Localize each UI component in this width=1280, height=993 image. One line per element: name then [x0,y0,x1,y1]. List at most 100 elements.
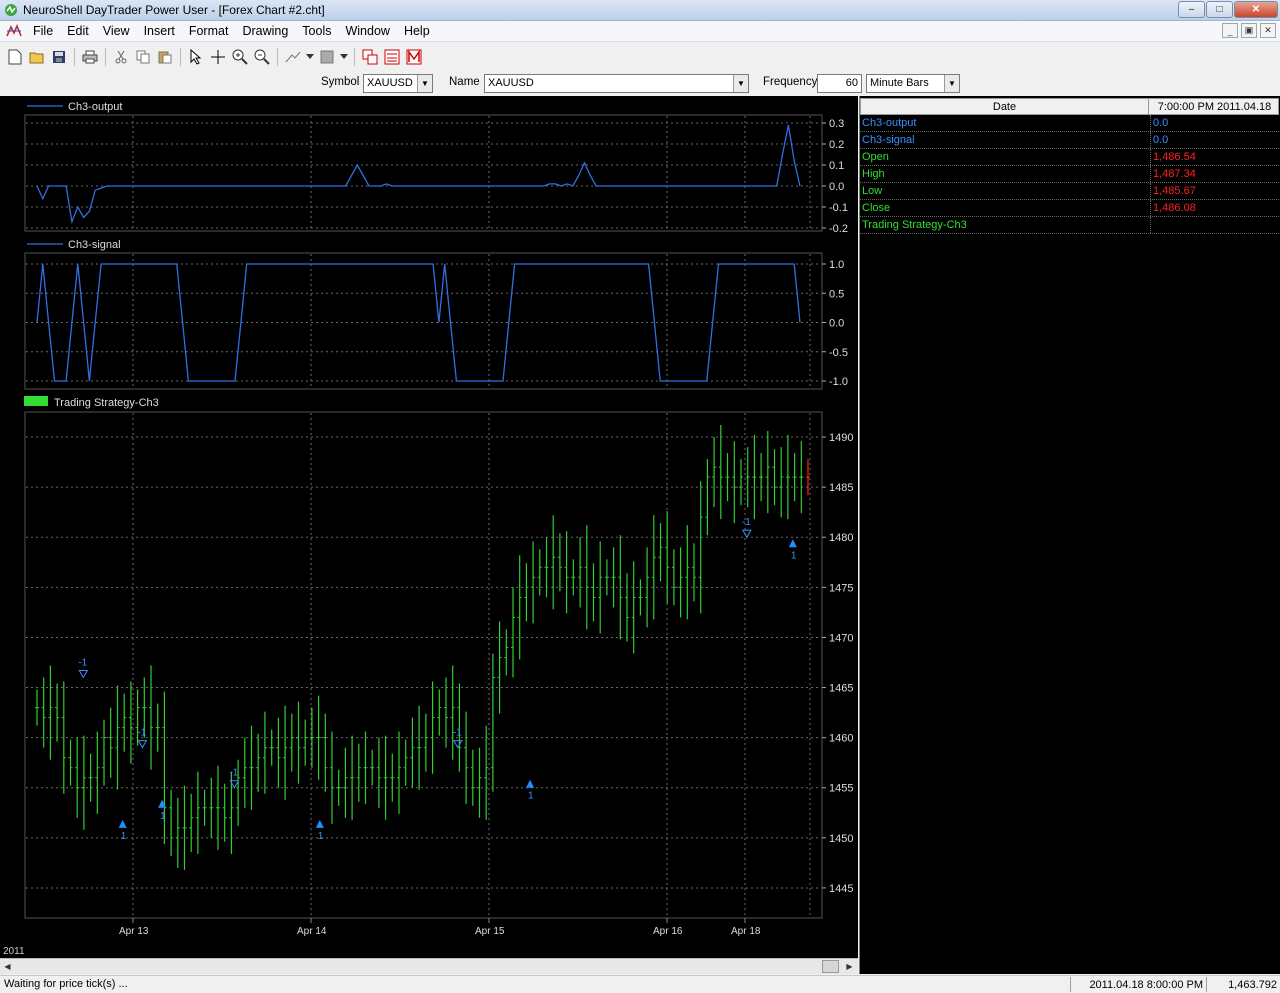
y-tick-label: 0.2 [829,139,844,151]
scroll-right-icon[interactable]: ▶ [843,960,856,973]
close-button[interactable]: ✕ [1234,1,1278,18]
chevron-down-icon[interactable]: ▼ [944,75,959,92]
mdi-close-button[interactable]: ✕ [1260,23,1276,38]
print-icon[interactable] [79,46,101,68]
copy-icon[interactable] [132,46,154,68]
chart-area[interactable]: Ch3-output 0.3 0.2 0.1 0.0 -0.1 -0.2 Ch3-sign… [0,96,858,958]
data-table: Date 7:00:00 PM 2011.04.18 Ch3-output 0.0… [860,98,1279,234]
y-axis: 0.3 0.2 0.1 0.0 -0.1 -0.2 [822,118,848,235]
menu-tools[interactable]: Tools [295,21,338,42]
pane-frame [24,114,823,232]
chevron-down-icon[interactable]: ▼ [733,75,748,92]
data-row-value: 1,485.67 [1150,183,1278,199]
x-tick-label: Apr 14 [297,926,327,937]
trading-strategy-icon[interactable] [381,46,403,68]
mdi-restore-button[interactable]: ▣ [1241,23,1257,38]
data-row: Ch3-output 0.0 [860,115,1279,132]
menu-help[interactable]: Help [397,21,437,42]
line-dropdown-icon[interactable] [304,46,316,68]
buy-signal-arrow [526,779,535,788]
minimize-button[interactable]: – [1178,1,1205,18]
trade-signals: -1 1 -1 1 -1 1 -1 1 -1 1 [78,517,797,842]
mdi-minimize-button[interactable]: _ [1222,23,1238,38]
x-tick-label: Apr 15 [475,926,505,937]
menu-edit[interactable]: Edit [60,21,96,42]
date-column-header: Date [861,99,1149,114]
zoom-in-icon[interactable] [229,46,251,68]
menu-drawing[interactable]: Drawing [235,21,295,42]
sell-signal-arrow [137,740,148,749]
symbol-label: Symbol [321,76,360,88]
neural-net-icon[interactable] [403,46,425,68]
frequency-input[interactable]: 60 [817,74,862,93]
paste-icon[interactable] [154,46,176,68]
buy-signal-label: 1 [160,811,166,822]
data-row-value: 0.0 [1150,132,1278,148]
trading-strategy-pane: Trading Strategy-Ch3 1490 1485 1480 1475 147… [24,396,853,919]
datetime-column-header: 7:00:00 PM 2011.04.18 [1157,101,1272,113]
restore-button[interactable]: □ [1206,1,1233,18]
scroll-thumb[interactable] [822,960,839,973]
buy-signal-arrow [788,539,797,548]
document-chart-icon[interactable] [6,24,22,38]
status-datetime: 2011.04.18 8:00:00 PM [1070,977,1206,992]
app-icon [5,4,17,16]
crosshair-icon[interactable] [207,46,229,68]
fill-dropdown-icon[interactable] [338,46,350,68]
y-tick-label: 1475 [829,582,853,594]
line-tool-icon[interactable] [282,46,304,68]
y-tick-label: 1455 [829,783,853,795]
save-icon[interactable] [48,46,70,68]
fill-tool-icon[interactable] [316,46,338,68]
zoom-out-icon[interactable] [251,46,273,68]
y-tick-label: 0.0 [829,181,844,193]
data-row-label: Ch3-signal [862,134,915,146]
y-axis: 1490 1485 1480 1475 1470 1465 1460 1455 1450 1445 [822,432,853,895]
sell-signal-arrow [78,670,89,679]
scroll-left-icon[interactable]: ◀ [1,960,14,973]
menu-format[interactable]: Format [182,21,236,42]
ch3-signal-pane: Ch3-signal 1.0 0.5 0.0 -0.5 -1.0 [24,239,848,390]
data-row-label: Low [862,185,883,197]
new-file-icon[interactable] [4,46,26,68]
data-row: Low 1,485.67 [860,183,1279,200]
pane-grid [26,116,821,230]
ch3-output-legend: Ch3-output [68,101,122,113]
x-axis-year: 2011 [3,946,25,957]
menu-view[interactable]: View [96,21,137,42]
pointer-icon[interactable] [185,46,207,68]
y-tick-label: 0.0 [829,318,844,330]
name-label: Name [449,76,480,88]
data-row: Close 1,486.08 [860,200,1279,217]
ch3-signal-legend: Ch3-signal [68,239,121,251]
menu-window[interactable]: Window [338,21,396,42]
y-tick-label: -0.5 [829,347,848,359]
menu-bar: File Edit View Insert Format Drawing Too… [0,21,1280,42]
data-row: High 1,487.34 [860,166,1279,183]
ch3-output-pane: Ch3-output 0.3 0.2 0.1 0.0 -0.1 -0.2 [24,101,848,235]
symbol-combo[interactable]: XAUUSD ▼ [363,74,433,93]
indicator-icon[interactable] [359,46,381,68]
strategy-legend: Trading Strategy-Ch3 [54,397,159,409]
data-row-value: 1,486.08 [1150,200,1278,216]
data-row-value: 1,486.54 [1150,149,1278,165]
open-folder-icon[interactable] [26,46,48,68]
buy-signal-label: 1 [791,550,797,561]
x-axis: Apr 13 Apr 14 Apr 15 Apr 16 Apr 18 [119,918,761,937]
menu-file[interactable]: File [26,21,60,42]
data-row-label: High [862,168,885,180]
menu-insert[interactable]: Insert [137,21,182,42]
pane-grid [26,413,821,917]
chart-canvas[interactable]: Ch3-output 0.3 0.2 0.1 0.0 -0.1 -0.2 Ch3-sign… [0,96,858,958]
chevron-down-icon[interactable]: ▼ [417,75,432,92]
name-combo[interactable]: XAUUSD ▼ [484,74,749,93]
y-tick-label: -0.2 [829,223,848,235]
horizontal-scrollbar[interactable]: ◀ ▶ [0,958,858,974]
status-text: Waiting for price tick(s) ... [4,978,128,990]
y-tick-label: 1445 [829,883,853,895]
buy-signal-label: 1 [318,831,324,842]
data-row: Open 1,486.54 [860,149,1279,166]
sell-signal-label: -1 [229,768,238,779]
bar-unit-combo[interactable]: Minute Bars ▼ [866,74,960,93]
cut-icon[interactable] [110,46,132,68]
